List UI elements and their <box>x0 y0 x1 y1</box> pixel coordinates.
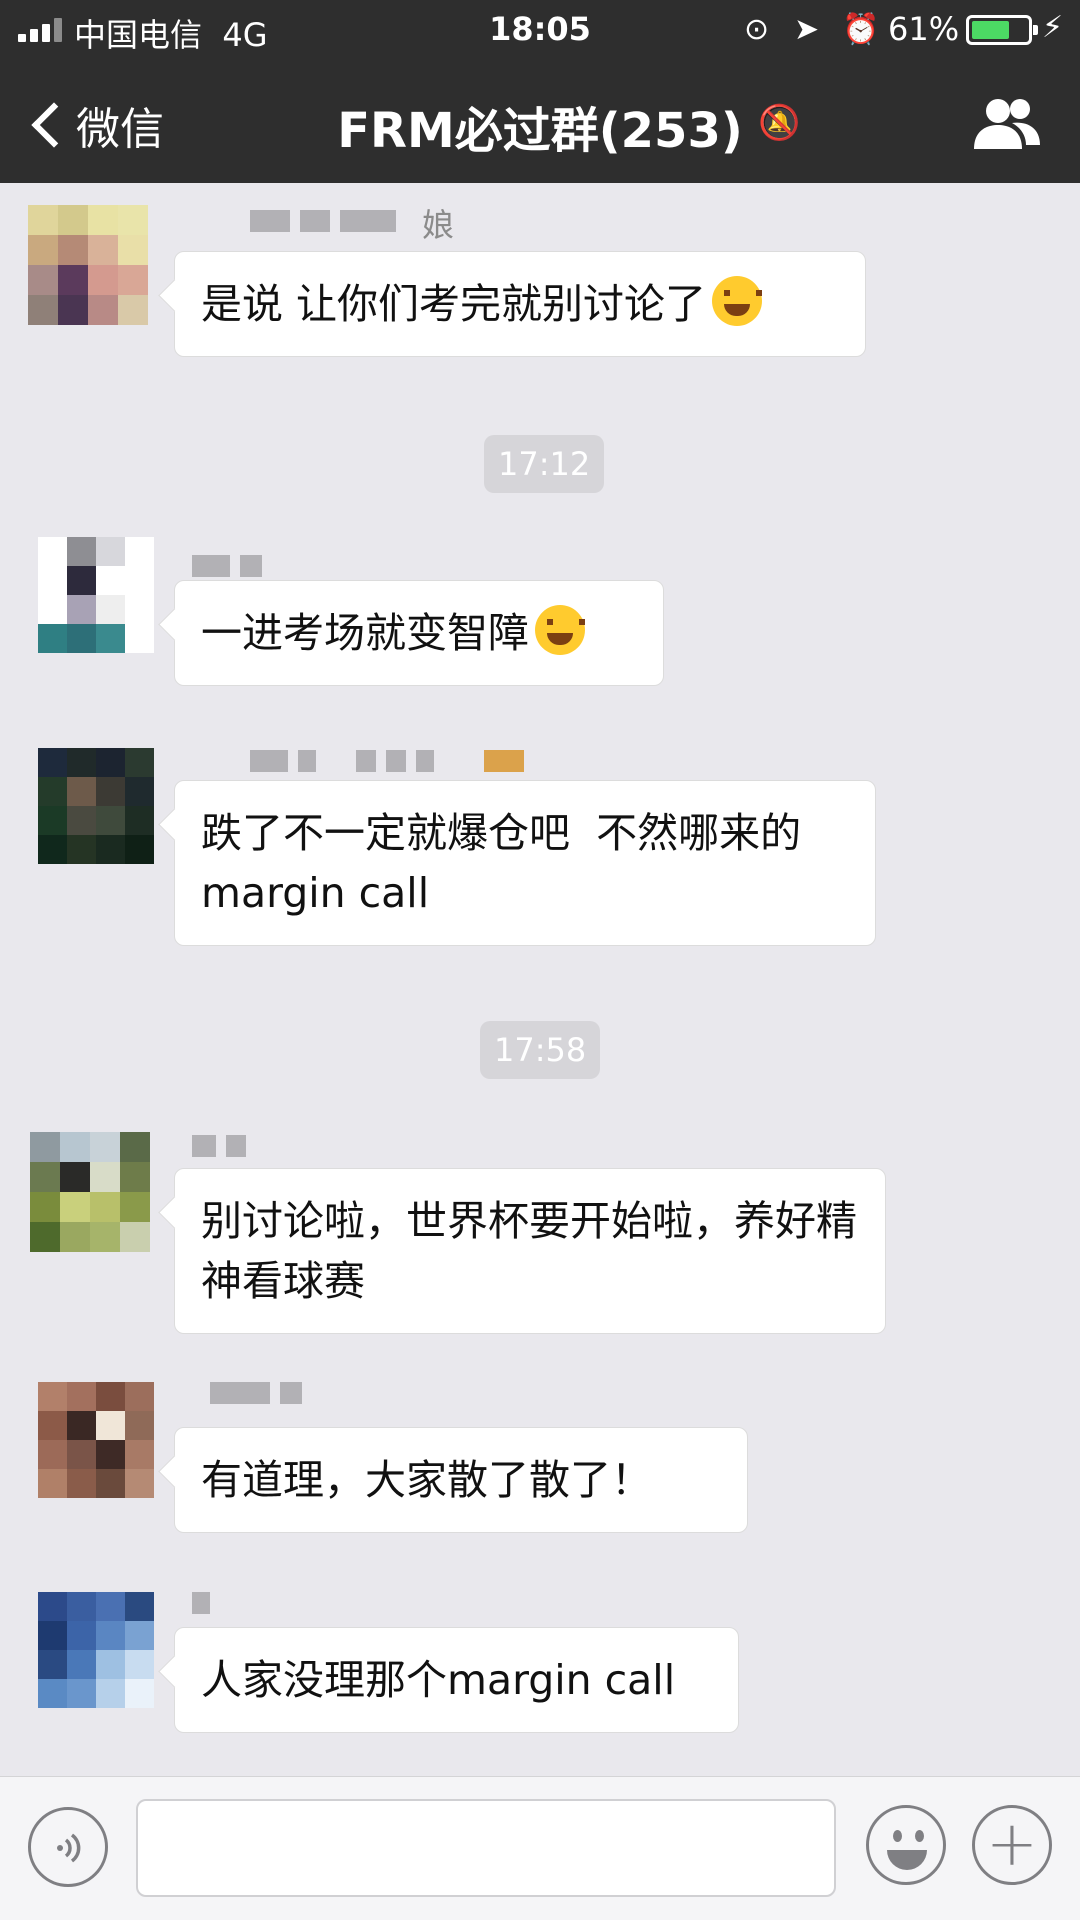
message-bubble[interactable]: 一进考场就变智障 <box>174 580 664 686</box>
status-bar: 中国电信 4G 18:05 ⊙ ➤ ⏰ 61% ⚡ <box>0 0 1080 60</box>
avatar[interactable] <box>38 537 154 653</box>
avatar[interactable] <box>38 748 154 864</box>
message-text: 有道理，大家散了散了！ <box>201 1456 652 1504</box>
message-bubble[interactable]: 人家没理那个margin call <box>174 1627 739 1733</box>
mute-bell-icon: 🔕 <box>758 103 801 143</box>
timestamp: 17:12 <box>484 435 605 493</box>
message-input[interactable] <box>136 1799 836 1897</box>
grinning-sweat-emoji <box>712 276 763 326</box>
message-text: 是说 让你们考完就别讨论了 <box>201 280 707 328</box>
sender-name-blurred <box>192 1592 210 1618</box>
group-members-icon[interactable] <box>972 95 1042 151</box>
navigation-bar: 微信 FRM必过群(253) 🔕 <box>0 75 1080 170</box>
message-bubble[interactable]: 别讨论啦，世界杯要开始啦，养好精神看球赛 <box>174 1168 886 1334</box>
message-text: 一进考场就变智障 <box>201 609 529 657</box>
timestamp: 17:58 <box>480 1021 601 1079</box>
battery-icon <box>966 15 1038 45</box>
sender-name-blurred <box>250 750 524 776</box>
location-arrow-icon: ➤ <box>794 12 820 47</box>
message-text: 人家没理那个margin call <box>201 1656 676 1704</box>
plus-icon[interactable]: + <box>972 1805 1052 1885</box>
sender-name-blurred <box>192 555 262 581</box>
message-text: 跌了不一定就爆仓吧 不然哪来的margin call <box>201 809 802 917</box>
face-palm-emoji <box>535 605 585 655</box>
message-bubble[interactable]: 有道理，大家散了散了！ <box>174 1427 748 1533</box>
lock-rotation-icon: ⊙ <box>744 12 770 47</box>
chat-title: FRM必过群(253) <box>337 103 743 159</box>
message-text: 别讨论啦，世界杯要开始啦，养好精神看球赛 <box>201 1197 857 1305</box>
avatar[interactable] <box>38 1382 154 1498</box>
avatar[interactable] <box>30 1132 150 1252</box>
input-bar: + <box>0 1776 1080 1920</box>
emoji-face-icon[interactable] <box>866 1805 946 1885</box>
alarm-icon: ⏰ <box>842 12 880 47</box>
battery-percent: 61% <box>888 10 960 48</box>
top-bar: 中国电信 4G 18:05 ⊙ ➤ ⏰ 61% ⚡ 微信 FRM必过群(253)… <box>0 0 1080 183</box>
sender-name-suffix: 娘 <box>422 206 455 244</box>
avatar[interactable] <box>28 205 148 325</box>
sender-name-blurred <box>210 1382 302 1408</box>
sender-name-blurred <box>192 1135 246 1161</box>
avatar[interactable] <box>38 1592 154 1708</box>
message-bubble[interactable]: 是说 让你们考完就别讨论了 <box>174 251 866 357</box>
sender-name-blurred <box>250 210 396 236</box>
voice-icon[interactable] <box>28 1807 108 1887</box>
message-bubble[interactable]: 跌了不一定就爆仓吧 不然哪来的margin call <box>174 780 876 946</box>
charging-bolt-icon: ⚡ <box>1042 10 1064 45</box>
